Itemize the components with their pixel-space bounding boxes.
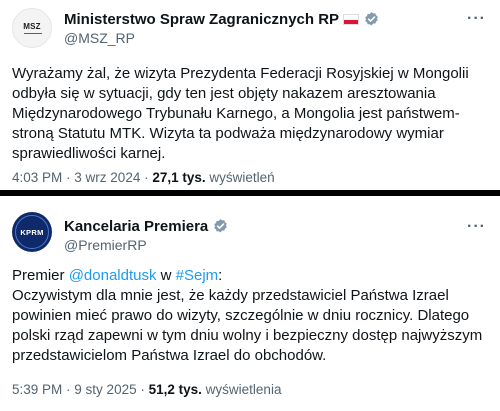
tweet-text-line: stroną Statutu MTK. Wizyta ta podważa mi… (12, 125, 444, 142)
text-suffix: : (218, 267, 223, 284)
tweet-text-line: polski rząd zapewni w tym dniu wolny i b… (12, 327, 483, 344)
views-label: wyświetleń (209, 170, 275, 185)
tweet-meta: 5:39 PM · 9 sty 2025 · 51,2 tys. wyświet… (12, 382, 281, 397)
tweet-time[interactable]: 4:03 PM (12, 170, 62, 185)
views-count: 27,1 tys. (152, 170, 206, 185)
author-name-row: Kancelaria Premiera (64, 218, 229, 235)
verified-badge-icon (214, 219, 227, 233)
author-display-name[interactable]: Kancelaria Premiera (64, 218, 208, 235)
tweet-text-line: odbyła się w sytuacji, gdy ten jest obję… (12, 85, 436, 102)
tweet-text-line: Oczywistym dla mnie jest, że każdy przed… (12, 287, 449, 304)
author-handle[interactable]: @MSZ_RP (64, 30, 135, 46)
tweet-text: Premier @donaldtusk w #Sejm: Oczywistym … (12, 266, 490, 366)
views-count: 51,2 tys. (148, 382, 202, 397)
avatar-kprm[interactable]: KPRM (12, 212, 52, 252)
tweet-date[interactable]: 3 wrz 2024 (74, 170, 140, 185)
tweet-text-line: przedstawicielom Państwa Izrael do obcho… (12, 347, 327, 364)
tweet-time[interactable]: 5:39 PM (12, 382, 62, 397)
tweet-divider (0, 190, 500, 196)
tweet-text-first-line: Premier @donaldtusk w #Sejm: (12, 266, 490, 286)
text-prefix: Premier (12, 267, 69, 284)
meta-separator: · (140, 382, 149, 397)
tweet-text-line: Międzynarodowego Trybunału Karnego, a Mo… (12, 105, 460, 122)
author-display-name[interactable]: Ministerstwo Spraw Zagranicznych RP (64, 11, 339, 28)
tweet-date[interactable]: 9 sty 2025 (74, 382, 136, 397)
avatar-kprm-label: KPRM (20, 227, 44, 237)
more-options-icon[interactable]: ··· (467, 10, 486, 28)
avatar-decoration (24, 33, 42, 34)
more-options-icon[interactable]: ··· (467, 218, 486, 236)
avatar-msz-label: MSZ (23, 21, 41, 31)
avatar-ring: KPRM (15, 215, 49, 249)
text-middle: w (156, 267, 176, 284)
tweet-meta: 4:03 PM · 3 wrz 2024 · 27,1 tys. wyświet… (12, 170, 275, 185)
poland-flag-icon (343, 14, 360, 25)
tweet-text-line: Wyrażamy żal, że wizyta Prezydenta Feder… (12, 65, 469, 82)
verified-badge-icon (365, 12, 378, 26)
views-label: wyświetlenia (205, 382, 282, 397)
mention-link[interactable]: @donaldtusk (69, 267, 157, 284)
tweet-text-line: powinien mieć prawo do wizyty, szczególn… (12, 307, 470, 324)
tweet-text-line: sprawiedliwości karnej. (12, 145, 166, 162)
tweet-msz[interactable]: MSZ Ministerstwo Spraw Zagranicznych RP … (0, 0, 500, 190)
hashtag-link[interactable]: #Sejm (176, 267, 219, 284)
tweet-text: Wyrażamy żal, że wizyta Prezydenta Feder… (12, 64, 490, 164)
avatar-msz[interactable]: MSZ (12, 8, 52, 48)
author-handle[interactable]: @PremierRP (64, 237, 147, 253)
author-name-row: Ministerstwo Spraw Zagranicznych RP (64, 11, 380, 28)
